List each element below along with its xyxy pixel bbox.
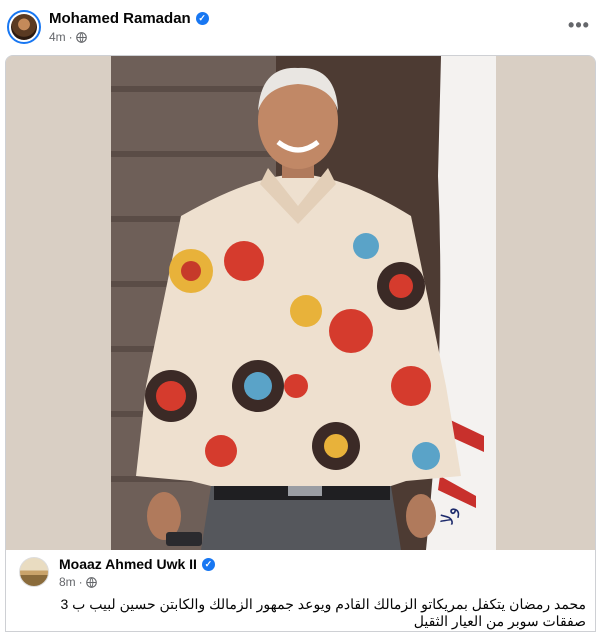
shared-author-row: Moaaz Ahmed Uwk II ✓: [59, 556, 215, 572]
author-name-row: Mohamed Ramadan ✓: [49, 10, 209, 27]
verified-badge-icon: ✓: [201, 557, 215, 571]
more-options-icon[interactable]: •••: [566, 14, 592, 40]
photo-illustration: ولا: [6, 56, 595, 550]
post-header: Mohamed Ramadan ✓ 4m · •••: [0, 0, 609, 52]
shared-post-text: محمد رمضان يتكفل بمريكاتو الزمالك القادم…: [60, 596, 586, 629]
shared-post[interactable]: ولا Moaaz Ahmed Uwk II ✓ 8m · محمد رمضان…: [5, 55, 596, 632]
author-name[interactable]: Mohamed Ramadan: [49, 10, 191, 27]
meta-separator: ·: [78, 575, 83, 589]
verified-badge-icon: ✓: [195, 12, 209, 25]
globe-icon[interactable]: [75, 31, 87, 43]
post-photo[interactable]: ولا: [6, 56, 595, 550]
post-meta: 4m ·: [49, 30, 87, 44]
shared-post-header: Moaaz Ahmed Uwk II ✓ 8m · محمد رمضان يتك…: [6, 550, 595, 631]
post-timestamp[interactable]: 4m: [49, 30, 66, 44]
shared-post-meta: 8m ·: [59, 575, 97, 589]
author-avatar[interactable]: [7, 10, 41, 44]
author-avatar-image: [11, 14, 37, 40]
post-card: Mohamed Ramadan ✓ 4m · ••• ولا Moaaz Ahm…: [0, 0, 609, 632]
meta-separator: ·: [68, 30, 73, 44]
globe-icon[interactable]: [85, 576, 97, 588]
shared-author-avatar[interactable]: [19, 557, 49, 587]
shared-author-name[interactable]: Moaaz Ahmed Uwk II: [59, 556, 197, 572]
shared-post-timestamp[interactable]: 8m: [59, 575, 76, 589]
